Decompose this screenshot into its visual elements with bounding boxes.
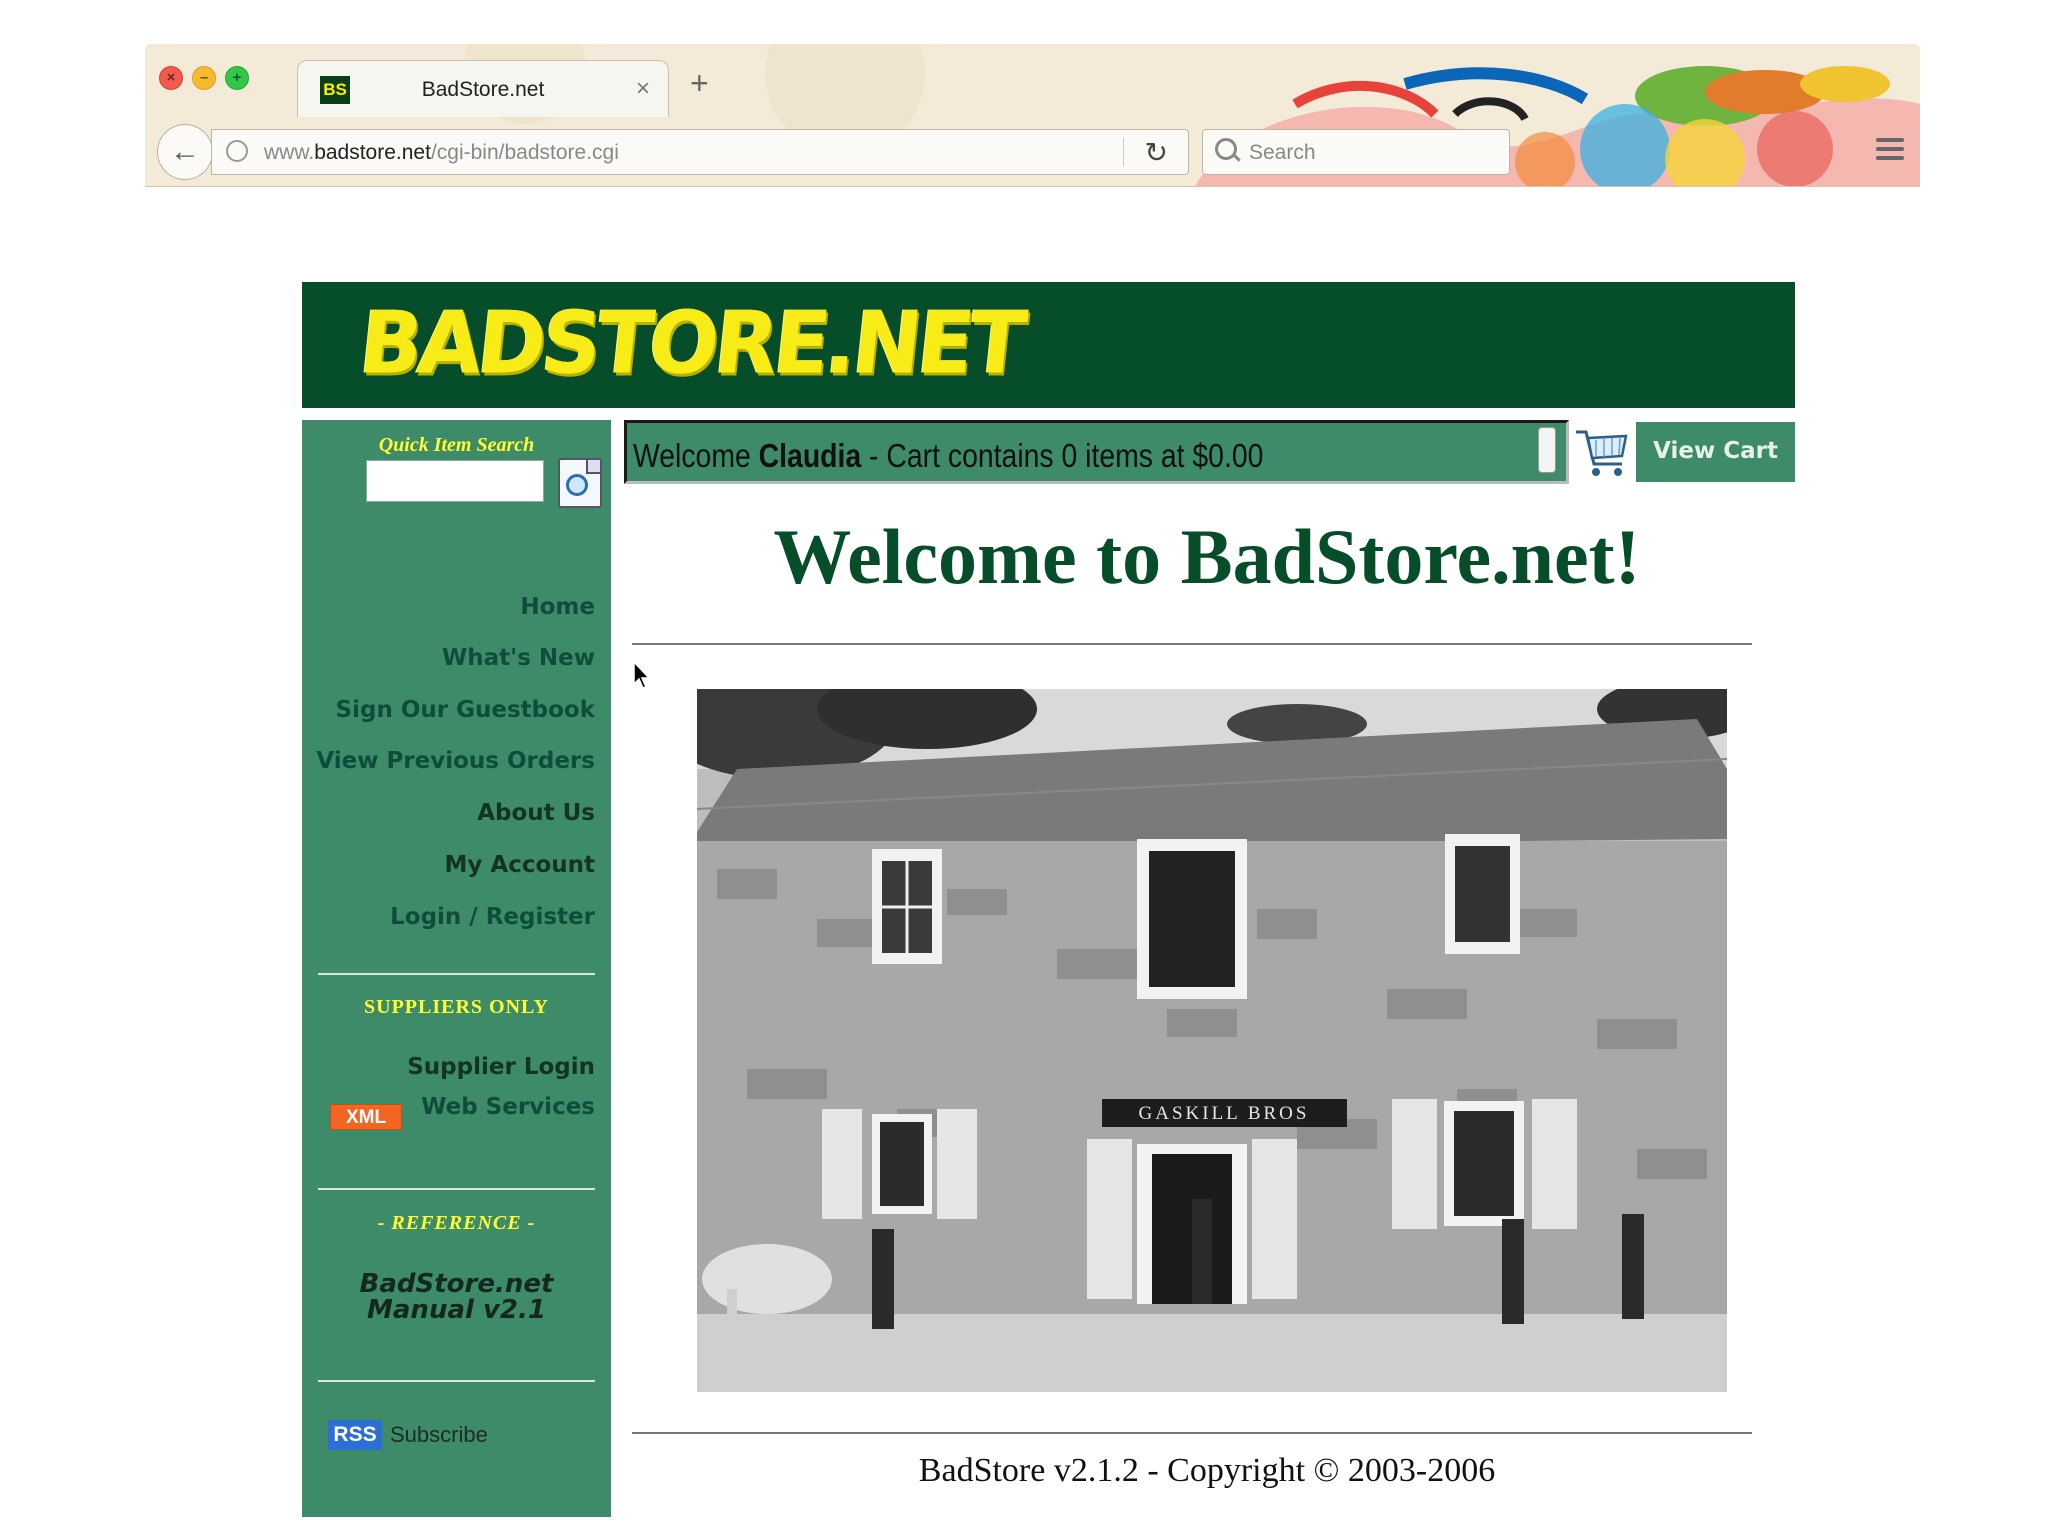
back-button[interactable]: ←	[157, 124, 213, 180]
supplier-login-link[interactable]: Supplier Login	[407, 1054, 595, 1080]
subscribe-link[interactable]: Subscribe	[390, 1422, 488, 1448]
document-fold-icon	[586, 460, 600, 474]
badstore-page: BADSTORE.NET Quick Item Search Home What…	[302, 282, 1795, 1517]
mouse-cursor-icon	[633, 660, 651, 689]
reference-heading: - REFERENCE -	[377, 1212, 536, 1234]
quick-search-input[interactable]	[366, 460, 544, 502]
welcome-cart-bar: Welcome Claudia - Cart contains 0 items …	[624, 420, 1569, 484]
sidebar-item-my-account[interactable]: My Account	[445, 852, 596, 878]
url-bar[interactable]: www.badstore.net/cgi-bin/badstore.cgi ↻	[211, 129, 1189, 175]
reload-icon[interactable]: ↻	[1145, 136, 1168, 169]
navigation-toolbar: ← www.badstore.net/cgi-bin/badstore.cgi …	[145, 116, 1920, 186]
web-services-link[interactable]: Web Services	[421, 1094, 595, 1120]
search-bar[interactable]: Search	[1202, 129, 1510, 175]
search-placeholder: Search	[1249, 141, 1316, 164]
tab-title: BadStore.net	[421, 78, 545, 101]
tab-badstore[interactable]: BS BadStore.net ×	[297, 60, 669, 117]
shopping-cart-icon[interactable]	[1572, 422, 1632, 482]
title-divider	[632, 643, 1752, 645]
sidebar-item-previous-orders[interactable]: View Previous Orders	[316, 748, 595, 774]
page-title: Welcome to BadStore.net!	[773, 513, 1641, 600]
sidebar-divider	[318, 1380, 595, 1382]
welcome-message: Welcome Claudia - Cart contains 0 items …	[633, 437, 1264, 474]
manual-line-2: Manual v2.1	[367, 1295, 546, 1325]
sidebar-item-about-us[interactable]: About Us	[477, 800, 595, 826]
store-sign: GASKILL BROS	[1139, 1103, 1310, 1124]
zoom-window-button[interactable]: +	[225, 66, 249, 90]
menu-icon[interactable]	[1876, 138, 1904, 160]
sidebar: Quick Item Search Home What's New Sign O…	[302, 420, 611, 1517]
quick-search-label: Quick Item Search	[378, 434, 535, 456]
welcome-scrollbar[interactable]	[1538, 427, 1556, 473]
xml-badge-icon[interactable]: XML	[330, 1104, 402, 1130]
magnifier-icon	[566, 474, 588, 496]
sidebar-item-home[interactable]: Home	[520, 594, 595, 620]
globe-icon	[226, 140, 248, 162]
site-banner: BADSTORE.NET	[302, 282, 1795, 408]
suppliers-heading: SUPPLIERS ONLY	[364, 996, 549, 1018]
minimize-window-button[interactable]: –	[192, 66, 216, 90]
url-text: www.badstore.net/cgi-bin/badstore.cgi	[264, 141, 619, 164]
sidebar-item-whats-new[interactable]: What's New	[442, 645, 595, 671]
footer-divider	[632, 1432, 1752, 1434]
sidebar-item-guestbook[interactable]: Sign Our Guestbook	[336, 697, 595, 723]
sidebar-item-login-register[interactable]: Login / Register	[390, 904, 595, 930]
new-tab-button[interactable]: +	[690, 67, 709, 99]
site-logo[interactable]: BADSTORE.NET	[355, 294, 1027, 394]
sidebar-divider	[318, 1188, 595, 1190]
sidebar-divider	[318, 973, 595, 975]
view-cart-label: View Cart	[1653, 438, 1778, 464]
rss-icon[interactable]: RSS	[328, 1420, 382, 1450]
close-window-button[interactable]: ×	[159, 66, 183, 90]
view-cart-button[interactable]: View Cart	[1636, 422, 1795, 482]
url-divider	[1123, 138, 1124, 166]
copyright-text: BadStore v2.1.2 - Copyright © 2003-2006	[918, 1452, 1496, 1489]
search-icon	[1215, 138, 1237, 160]
manual-line-1: BadStore.net	[359, 1269, 554, 1299]
store-photo: GASKILL BROS	[697, 689, 1727, 1392]
manual-link[interactable]: BadStore.net Manual v2.1	[302, 1271, 611, 1323]
tab-strip: × – + BS BadStore.net × +	[145, 44, 1920, 117]
tab-close-icon[interactable]: ×	[636, 75, 650, 103]
quick-search-button[interactable]	[558, 458, 602, 508]
user-name: Claudia	[758, 437, 862, 474]
browser-window: × – + BS BadStore.net × + ← www.badstore…	[145, 44, 1920, 187]
